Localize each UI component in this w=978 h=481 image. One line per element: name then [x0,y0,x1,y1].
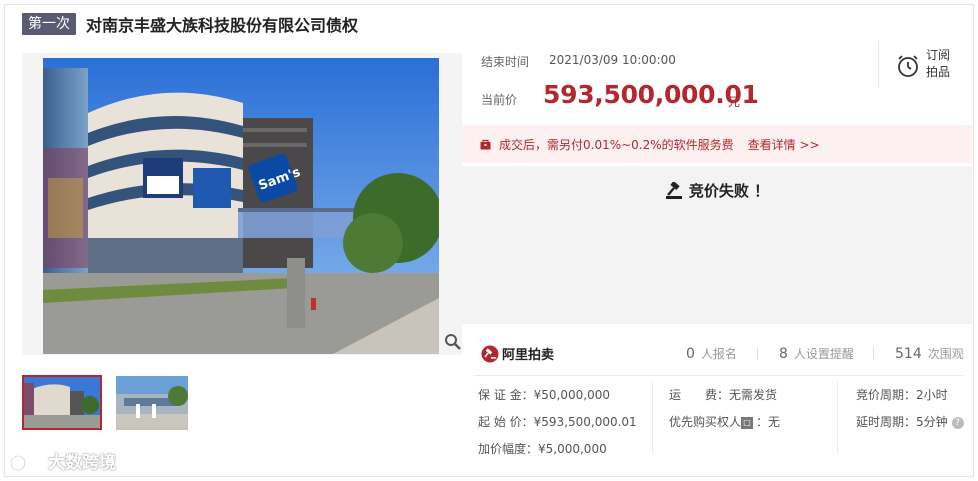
auction-status: 竞价失败 ！ [462,180,972,201]
bag-icon [480,139,491,149]
platform-logo: 阿里拍卖 [481,344,554,363]
priority-value: ：无 [756,415,781,429]
thumbnail-1[interactable] [22,375,102,430]
alarm-clock-icon[interactable] [896,54,920,78]
delay-period: 延时周期：5分钟 [856,415,948,429]
view-details-link[interactable]: 查看详情 >> [748,136,820,153]
deposit: 保 证 金：¥50,000,000 [478,388,610,402]
round-badge: 第一次 [22,13,76,35]
end-time-value: 2021/03/09 10:00:00 [549,53,676,67]
subscribe-button[interactable]: 订阅拍品 [926,47,956,81]
reminder-count: 8 [779,346,788,362]
views-count: 514 [895,346,922,362]
details-divider [474,375,964,376]
end-time-label: 结束时间 [481,55,530,69]
stat-divider [757,348,758,360]
thumbnail-2[interactable] [116,376,188,430]
signup-count: 0 [686,346,695,362]
bid-period: 竞价周期：2小时 [856,388,948,402]
notice-text: 成交后，需另付0.01%~0.2%的软件服务费 [499,137,734,152]
stat-divider [873,348,874,360]
service-fee-notice: 成交后，需另付0.01%~0.2%的软件服务费 查看详情 >> [462,125,972,163]
current-price-value: 593,500,000.01 [543,80,759,109]
ali-auction-icon [481,345,499,362]
platform-name: 阿里拍卖 [502,348,555,363]
delay-period-row: 延时周期：5分钟? [856,413,964,430]
watermark-logo-icon [10,451,43,470]
zoom-icon[interactable] [444,333,462,351]
details-column-divider [652,382,653,454]
gavel-icon [665,181,682,199]
start-price: 起 始 价：¥593,500,000.01 [478,415,637,429]
title-row: 第一次 对南京丰盛大族科技股份有限公司债权 [22,12,358,36]
info-tag-icon[interactable]: □ [741,416,754,429]
main-image-area: Sam's [22,53,462,355]
status-text: 竞价失败 ！ [688,182,770,200]
details-column-divider [837,382,838,454]
reminder-label: 人设置提醒 [793,347,854,361]
status-panel: 竞价失败 ！ [462,166,972,324]
page-title: 对南京丰盛大族科技股份有限公司债权 [86,16,359,35]
watermark: 大数跨境 [10,448,116,473]
current-price-unit: 元 [728,95,741,109]
current-price-label: 当前价 [481,93,518,107]
reminder-stat: 8 人设置提醒 [779,345,854,362]
signup-stat: 0 人报名 [686,345,737,362]
bid-increment: 加价幅度：¥5,000,000 [478,442,607,456]
subscribe-divider [878,42,879,88]
priority-buyer: 优先购买权人 □ ：无 [669,413,780,430]
watermark-text: 大数跨境 [48,453,116,473]
signup-label: 人报名 [700,347,737,361]
shipping: 运 费：无需发货 [669,388,778,402]
main-photo[interactable]: Sam's [43,58,439,354]
priority-label: 优先购买权人 [669,415,742,429]
help-icon[interactable]: ? [951,416,964,429]
views-label: 次围观 [927,347,964,361]
views-stat: 514 次围观 [895,345,964,362]
